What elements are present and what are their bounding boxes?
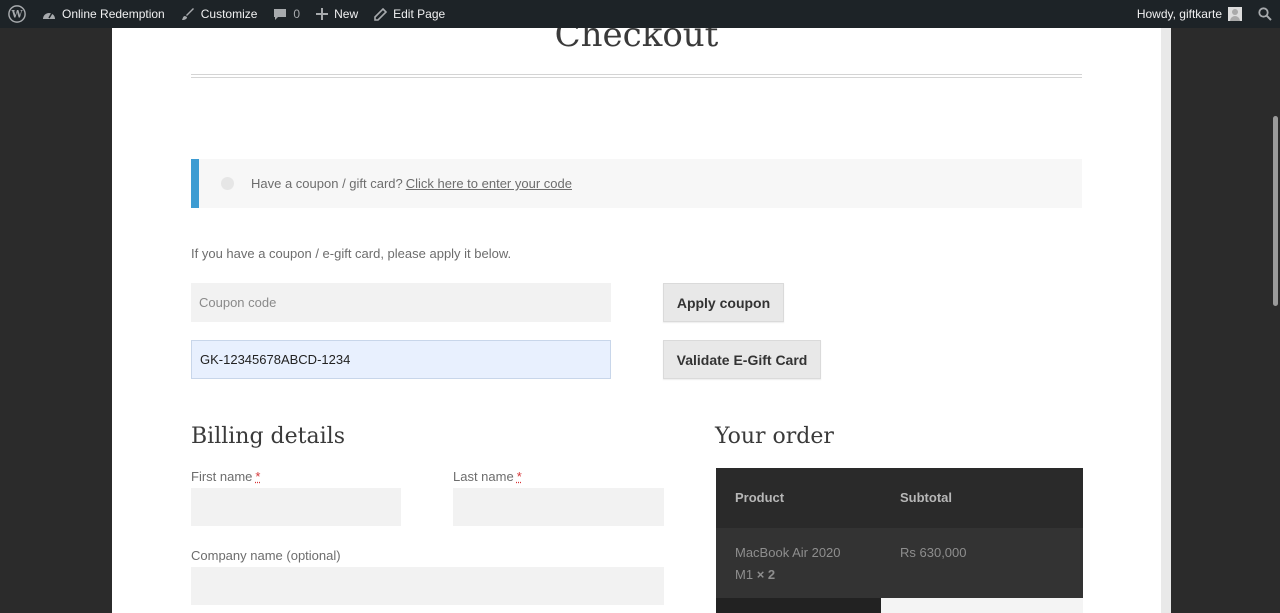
company-name-field[interactable] <box>191 567 664 605</box>
apply-coupon-button[interactable]: Apply coupon <box>663 283 784 322</box>
pencil-icon <box>374 7 388 21</box>
comments-menu[interactable]: 0 <box>265 0 308 28</box>
order-footer-label-cell <box>716 598 881 613</box>
edit-page-label: Edit Page <box>393 7 446 21</box>
product-subtotal: Rs 630,000 <box>900 545 967 560</box>
order-footer-value-cell <box>881 598 1083 613</box>
subtotal-column-header: Subtotal <box>900 490 952 505</box>
show-coupon-link[interactable]: Click here to enter your code <box>406 176 572 191</box>
avatar <box>1228 7 1242 21</box>
comment-bubble-icon <box>273 7 287 21</box>
comments-count: 0 <box>293 7 301 21</box>
page-edge <box>1161 28 1171 613</box>
billing-heading: Billing details <box>191 424 345 449</box>
table-row: MacBook Air 2020 M1 × 2 Rs 630,000 <box>716 528 1083 598</box>
svg-text:W: W <box>10 10 23 21</box>
search-icon[interactable] <box>1250 0 1280 28</box>
plus-icon <box>316 8 329 20</box>
account-menu[interactable]: Howdy, giftkarte <box>1129 0 1250 28</box>
order-review-table: Product Subtotal MacBook Air 2020 M1 × 2… <box>716 468 1083 613</box>
validate-gift-card-button[interactable]: Validate E-Gift Card <box>663 340 821 379</box>
required-mark: * <box>516 469 522 484</box>
coupon-notice: Have a coupon / gift card? Click here to… <box>191 159 1082 208</box>
howdy-label: Howdy, giftkarte <box>1136 7 1222 21</box>
coupon-notice-text: Have a coupon / gift card? <box>251 176 403 191</box>
paintbrush-icon <box>181 7 195 21</box>
last-name-label: Last name * <box>453 469 522 484</box>
product-name: MacBook Air 2020 <box>735 545 841 560</box>
page-content: Checkout Have a coupon / gift card? Clic… <box>112 15 1161 613</box>
customize-label: Customize <box>200 7 258 21</box>
dashboard-icon <box>42 8 56 20</box>
last-name-label-text: Last name <box>453 469 514 484</box>
product-column-header: Product <box>735 490 785 505</box>
info-icon <box>221 177 234 190</box>
coupon-code-input[interactable]: Coupon code <box>191 283 611 322</box>
required-mark: * <box>255 469 261 484</box>
order-table-header: Product Subtotal <box>716 468 1083 528</box>
coupon-hint: If you have a coupon / e-gift card, plea… <box>191 246 512 261</box>
new-label: New <box>334 7 359 21</box>
product-name-cont: M1 × 2 <box>735 567 775 582</box>
company-name-label: Company name (optional) <box>191 548 341 563</box>
product-quantity: × 2 <box>756 567 776 582</box>
first-name-label-text: First name <box>191 469 253 484</box>
product-name-line2: M1 <box>735 567 754 582</box>
last-name-field[interactable] <box>453 488 664 526</box>
customize-menu[interactable]: Customize <box>173 0 266 28</box>
site-name-menu[interactable]: Online Redemption <box>34 0 173 28</box>
wordpress-logo-icon[interactable]: W <box>0 0 34 28</box>
edit-page-menu[interactable]: Edit Page <box>366 0 453 28</box>
site-name-label: Online Redemption <box>62 7 165 21</box>
title-divider <box>191 74 1082 78</box>
first-name-field[interactable] <box>191 488 401 526</box>
gift-card-input[interactable]: GK-12345678ABCD-1234 <box>191 340 611 379</box>
admin-bar: W Online Redemption Customize 0 New Edit… <box>0 0 1280 28</box>
new-content-menu[interactable]: New <box>308 0 366 28</box>
order-heading: Your order <box>715 424 834 449</box>
scrollbar-thumb[interactable] <box>1273 116 1278 306</box>
first-name-label: First name * <box>191 469 260 484</box>
